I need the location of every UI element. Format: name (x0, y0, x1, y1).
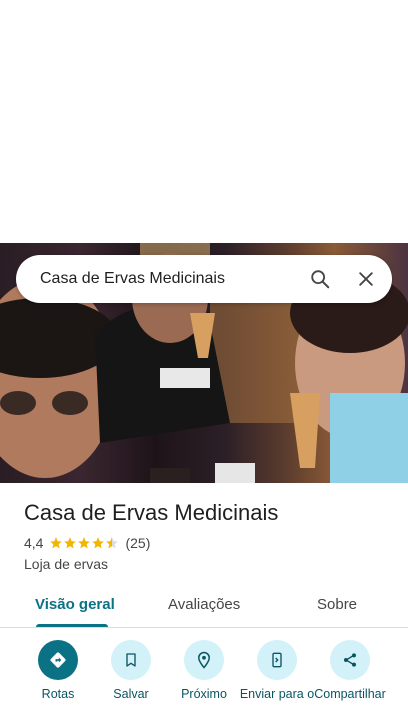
send-to-phone-button[interactable]: Enviar para o (239, 640, 315, 701)
save-label: Salvar (113, 688, 149, 701)
map-blank-area (0, 0, 408, 243)
directions-icon (38, 640, 78, 680)
tab-reviews[interactable]: Avaliações (168, 596, 240, 613)
search-input[interactable]: Casa de Ervas Medicinais (40, 270, 300, 288)
share-icon (330, 640, 370, 680)
half-star-icon (106, 537, 119, 549)
directions-label: Rotas (41, 688, 75, 701)
place-category: Loja de ervas (24, 556, 109, 572)
star-icon (50, 537, 63, 549)
rating-row[interactable]: 4,4 (25) (24, 535, 150, 551)
rating-value: 4,4 (24, 535, 44, 551)
place-title: Casa de Ervas Medicinais (24, 500, 279, 525)
place-tabs: Visão geral Avaliações Sobre (0, 586, 408, 628)
search-icon[interactable] (300, 259, 340, 299)
star-icon (64, 537, 77, 549)
star-rating (49, 536, 119, 550)
share-label: Compartilhar (314, 688, 386, 701)
action-bar: Rotas Salvar Próximo Enviar para o Compa… (0, 640, 408, 726)
star-icon (78, 537, 91, 549)
bookmark-icon (111, 640, 151, 680)
reviews-count[interactable]: (25) (125, 535, 150, 551)
nearby-label: Próximo (181, 688, 227, 701)
send-to-phone-icon (257, 640, 297, 680)
send-to-phone-label: Enviar para o (239, 688, 315, 701)
search-bar[interactable]: Casa de Ervas Medicinais (16, 255, 392, 303)
close-icon[interactable] (346, 259, 386, 299)
tab-about[interactable]: Sobre (317, 596, 357, 613)
nearby-icon (184, 640, 224, 680)
tab-overview[interactable]: Visão geral (35, 596, 115, 613)
save-button[interactable]: Salvar (93, 640, 169, 701)
nearby-button[interactable]: Próximo (166, 640, 242, 701)
active-tab-indicator (36, 624, 108, 627)
share-button[interactable]: Compartilhar (312, 640, 388, 701)
star-icon (92, 537, 105, 549)
directions-button[interactable]: Rotas (20, 640, 96, 701)
